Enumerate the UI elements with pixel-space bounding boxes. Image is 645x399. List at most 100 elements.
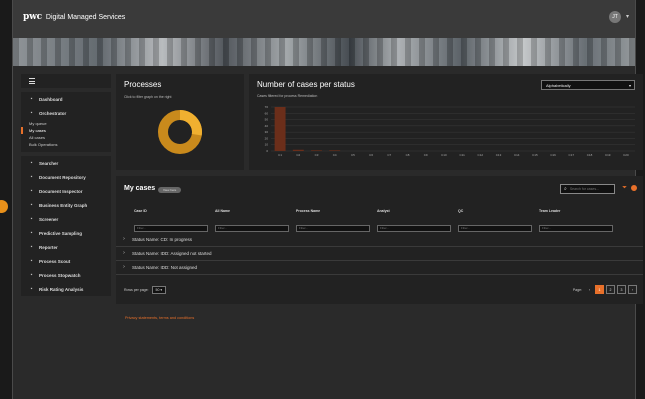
sidebar-item-label: Document Repository	[39, 174, 86, 180]
sidebar-item-process-stopwatch[interactable]: ▪ Process Stopwatch	[21, 268, 111, 282]
privacy-link[interactable]: Privacy statements, terms and conditions	[125, 316, 194, 320]
top-bar: pwc Digital Managed Services JT ▾	[13, 0, 635, 39]
page-button[interactable]: 2	[606, 285, 615, 294]
column-filter-input[interactable]	[215, 224, 289, 232]
sidebar-item-document-repository[interactable]: ▪ Document Repository	[21, 170, 111, 184]
bar[interactable]	[292, 149, 304, 151]
x-tick-label: C4	[333, 153, 337, 157]
settings-icon[interactable]	[631, 185, 637, 191]
dashboard-icon: ▪	[30, 96, 33, 102]
processes-donut-chart[interactable]	[116, 74, 244, 170]
sidebar-item-orchestrator[interactable]: ▪ Orchestrator	[21, 106, 111, 120]
sidebar-item-risk-rating-analysis[interactable]: ▪ Risk Rating Analysis	[21, 282, 111, 296]
sidebar-item-label: Reporter	[39, 244, 58, 250]
sidebar-item-process-scout[interactable]: ▪ Process Scout	[21, 254, 111, 268]
prev-page-icon[interactable]: ‹	[586, 286, 593, 293]
x-tick-label: C19	[605, 153, 611, 157]
sidebar-item-label: Risk Rating Analysis	[39, 286, 84, 292]
bar[interactable]	[329, 150, 341, 151]
sidebar: ▪ Dashboard ▪ Orchestrator My queue My cases A…	[21, 74, 111, 300]
y-tick-label: 0	[266, 149, 268, 153]
y-tick-label: 60	[265, 111, 269, 115]
sidebar-item-label: Dashboard	[39, 96, 63, 102]
menu-toggle[interactable]	[21, 74, 111, 88]
status-group-row[interactable]: › Status Name: IDD: Assigned not started	[116, 246, 643, 261]
bar[interactable]	[311, 150, 322, 151]
y-tick-label: 10	[265, 143, 269, 147]
column-filter-input[interactable]	[539, 224, 613, 232]
status-group-row[interactable]: › Status Name: CD: In progress	[116, 232, 643, 247]
y-tick-label: 50	[265, 118, 269, 122]
sidebar-subitem-bulk-operations[interactable]: Bulk Operations	[21, 141, 111, 148]
x-tick-label: C20	[623, 153, 629, 157]
column-analyst: Analyst	[377, 209, 451, 234]
x-tick-label: C15	[532, 153, 538, 157]
next-page-icon[interactable]: ›	[628, 285, 637, 294]
user-menu-chevron-icon[interactable]: ▾	[626, 13, 629, 20]
case-search-input[interactable]	[569, 187, 610, 191]
rows-per-page: Rows per page: 50 ▾	[124, 286, 167, 294]
brand[interactable]: pwc Digital Managed Services	[23, 12, 125, 22]
column-header[interactable]: Process Name	[296, 209, 370, 213]
sidebar-item-label: Orchestrator	[39, 110, 67, 116]
column-filter-input[interactable]	[296, 224, 370, 232]
column-all-name: All Name	[215, 209, 289, 234]
x-tick-label: C14	[514, 153, 520, 157]
page-button[interactable]: 3	[617, 285, 626, 294]
page-button[interactable]: 1	[595, 285, 604, 294]
cases-bar-chart[interactable]: 70 60 50 40 30 20 10 0 C1 C2 C3 C4 C5 C6 C7 C8 C9 C10 C11 C…	[249, 74, 643, 170]
cases-per-status-panel: Number of cases per status Cases filtere…	[249, 74, 643, 170]
chevron-right-icon[interactable]: ›	[116, 264, 132, 270]
reporter-icon: ▪	[30, 244, 33, 250]
column-header[interactable]: Case ID	[134, 209, 208, 213]
chevron-right-icon[interactable]: ›	[116, 236, 132, 242]
x-tick-label: C9	[424, 153, 428, 157]
rows-per-page-select[interactable]: 50 ▾	[151, 286, 167, 294]
chevron-right-icon[interactable]: ›	[116, 250, 132, 256]
user-avatar[interactable]: JT	[609, 11, 621, 23]
pwc-logo: pwc	[23, 12, 42, 22]
column-filter-input[interactable]	[134, 224, 208, 232]
y-tick-label: 70	[265, 105, 269, 109]
sidebar-item-business-entity-graph[interactable]: ▪ Business Entity Graph	[21, 198, 111, 212]
case-search[interactable]: ⌕	[560, 184, 615, 194]
sidebar-item-label: Screener	[39, 216, 59, 222]
hamburger-icon	[29, 78, 35, 84]
column-header[interactable]: Team Leader	[539, 209, 613, 213]
user-icon: ▪	[30, 110, 33, 116]
column-filter-input[interactable]	[458, 224, 532, 232]
filter-icon[interactable]: ⏷	[622, 185, 627, 192]
sidebar-item-document-inspector[interactable]: ▪ Document Inspector	[21, 184, 111, 198]
inspect-icon: ▪	[30, 188, 33, 194]
screener-icon: ▪	[30, 216, 33, 222]
x-tick-label: C16	[550, 153, 556, 157]
sidebar-item-screener[interactable]: ▪ Screener	[21, 212, 111, 226]
y-tick-label: 40	[265, 124, 269, 128]
app-frame: pwc Digital Managed Services JT ▾ ▪ Dashb…	[12, 0, 643, 399]
sidebar-item-searcher[interactable]: ▪ Searcher	[21, 156, 111, 170]
sidebar-item-reporter[interactable]: ▪ Reporter	[21, 240, 111, 254]
status-group-label: Status Name: IDD: Assigned not started	[132, 250, 212, 256]
status-group-row[interactable]: › Status Name: IDD: Not assigned	[116, 260, 643, 275]
column-header[interactable]: QC	[458, 209, 532, 213]
sampling-icon: ▪	[30, 230, 33, 236]
column-header[interactable]: Analyst	[377, 209, 451, 213]
column-team-leader: Team Leader	[539, 209, 613, 234]
risk-icon: ▪	[30, 286, 33, 292]
column-header[interactable]: All Name	[215, 209, 289, 213]
y-tick-label: 30	[265, 130, 269, 134]
view-badge[interactable]: View here	[158, 187, 182, 193]
x-tick-label: C7	[387, 153, 391, 157]
sidebar-item-label: Business Entity Graph	[39, 202, 88, 208]
x-tick-label: C18	[587, 153, 593, 157]
sidebar-subitem-all-cases[interactable]: All cases	[21, 134, 111, 141]
sidebar-item-predictive-sampling[interactable]: ▪ Predictive Sampling	[21, 226, 111, 240]
bar[interactable]	[274, 107, 286, 151]
sidebar-subitem-my-cases[interactable]: My cases	[21, 127, 111, 134]
my-cases-panel: My cases View here ⌕ ⏷ Case ID All Name Pr…	[116, 176, 643, 304]
sidebar-item-dashboard[interactable]: ▪ Dashboard	[21, 92, 111, 106]
column-filter-input[interactable]	[377, 224, 451, 232]
feedback-dot[interactable]	[0, 200, 8, 213]
sidebar-subitem-my-queue[interactable]: My queue	[21, 120, 111, 127]
sidebar-item-label: Document Inspector	[39, 188, 83, 194]
